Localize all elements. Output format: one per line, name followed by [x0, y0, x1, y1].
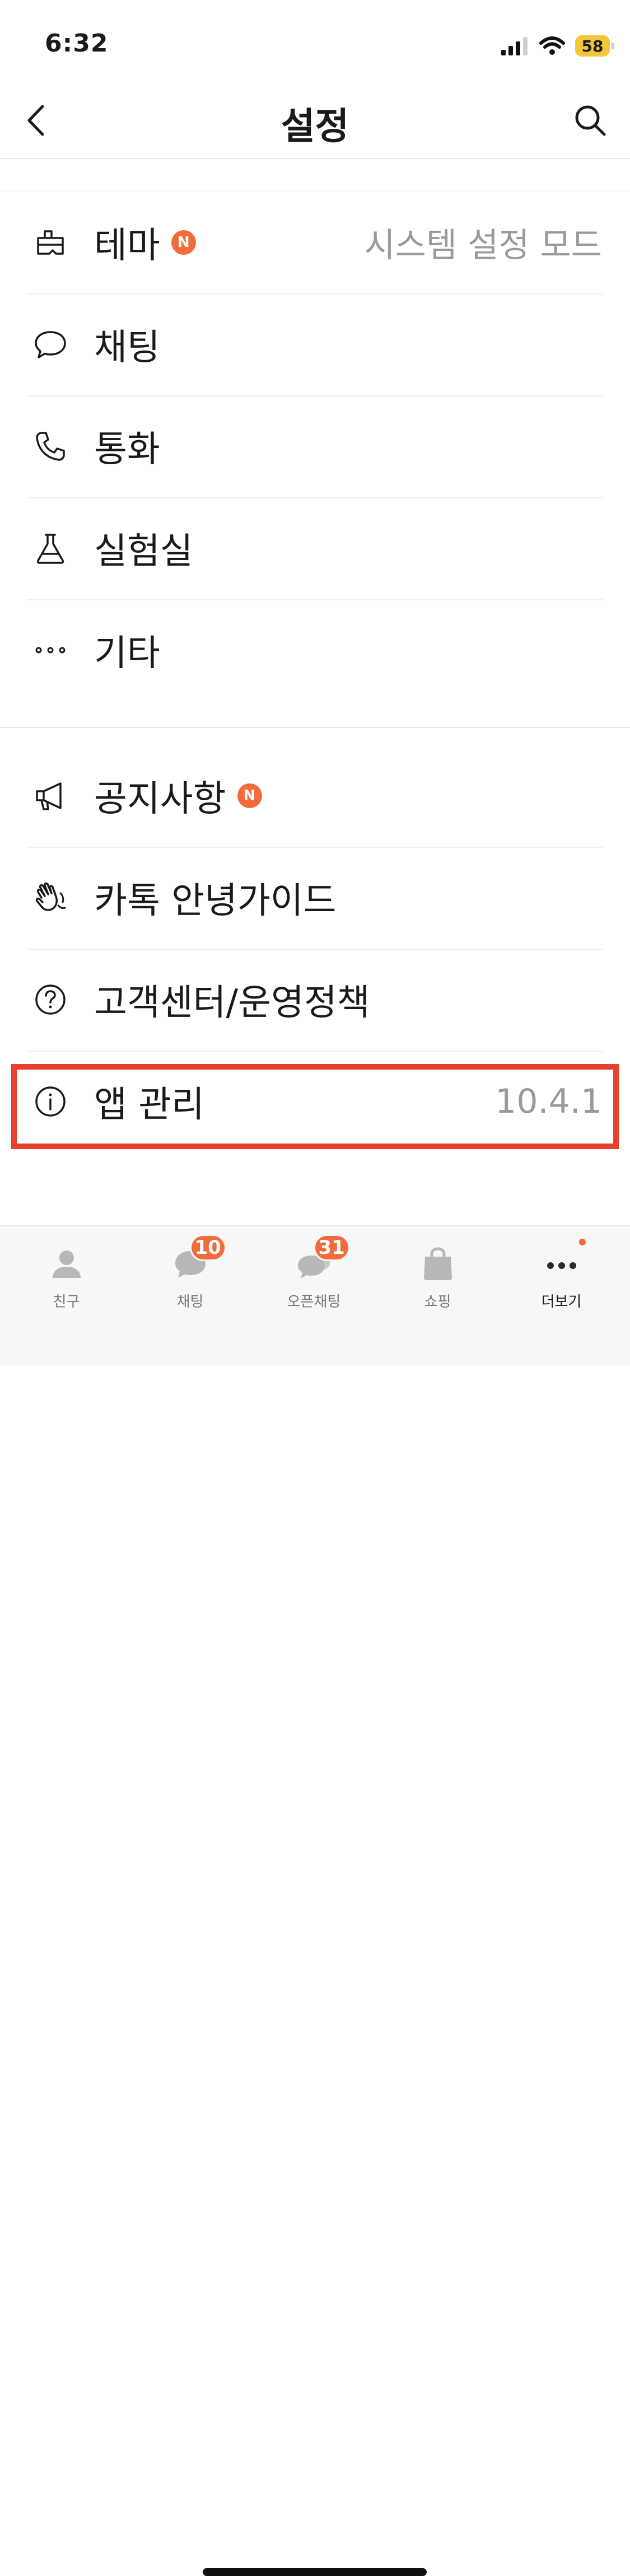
- waving-hand-icon: [35, 882, 66, 911]
- flask-icon: [36, 534, 64, 564]
- more-tab-icon: [542, 1239, 586, 1284]
- tab-friends[interactable]: 친구: [3, 1242, 129, 1315]
- page-title: 설정: [281, 105, 349, 148]
- wifi-icon: [539, 36, 565, 55]
- battery-level: 58: [581, 36, 604, 55]
- unread-badge: 10: [189, 1234, 226, 1261]
- open-chat-icon: 31: [295, 1234, 350, 1284]
- search-icon[interactable]: [571, 101, 610, 140]
- phone-icon: [36, 432, 65, 461]
- chat-tab-icon: 10: [171, 1234, 226, 1284]
- theme-brush-icon: [37, 230, 64, 255]
- highlight-box: [11, 1064, 619, 1149]
- settings-item-label: 실험실: [94, 531, 193, 572]
- settings-item-label: 카톡 안녕가이드: [94, 880, 337, 922]
- settings-item-label: 통화: [94, 429, 160, 470]
- settings-item-theme[interactable]: 테마 N 시스템 설정 모드: [0, 192, 630, 293]
- cellular-signal-icon: [501, 37, 528, 55]
- megaphone-icon: [36, 782, 62, 810]
- settings-item-label: 공지사항 N: [94, 770, 262, 822]
- tab-bar: 친구 10 채팅 31 오픈채팅 쇼핑 더보기: [0, 1225, 630, 2576]
- settings-item-label: 채팅: [94, 327, 160, 368]
- new-badge: N: [237, 783, 262, 808]
- settings-item-lab[interactable]: 실험실: [0, 497, 630, 599]
- settings-item-label: 고객센터/운영정책: [94, 982, 370, 1024]
- settings-item-notice[interactable]: 공지사항 N: [0, 745, 630, 847]
- settings-item-label: 테마 N: [94, 217, 196, 268]
- chat-bubble-icon: [35, 331, 66, 358]
- tab-label: 친구: [53, 1294, 80, 1310]
- shopping-bag-icon: [418, 1244, 458, 1284]
- tab-shopping[interactable]: 쇼핑: [375, 1242, 501, 1315]
- tab-more[interactable]: 더보기: [498, 1239, 624, 1315]
- theme-label: 테마: [94, 225, 160, 267]
- settings-item-label: 기타: [94, 633, 160, 674]
- home-indicator[interactable]: [203, 2568, 427, 2576]
- settings-item-guide[interactable]: 카톡 안녕가이드: [0, 847, 630, 949]
- settings-item-chat[interactable]: 채팅: [0, 293, 630, 395]
- settings-item-call[interactable]: 통화: [0, 395, 630, 497]
- notice-label: 공지사항: [94, 778, 226, 820]
- tab-open-chat[interactable]: 31 오픈채팅: [251, 1234, 377, 1315]
- help-circle-icon: [35, 984, 66, 1015]
- tab-chat[interactable]: 10 채팅: [127, 1234, 253, 1315]
- status-time: 6:32: [45, 29, 109, 58]
- battery-indicator: 58: [575, 35, 614, 57]
- settings-list-primary: 테마 N 시스템 설정 모드 채팅 통화 실험실 기타: [0, 190, 630, 701]
- tab-label: 오픈채팅: [287, 1294, 341, 1310]
- section-divider: [0, 727, 630, 728]
- unread-badge: 31: [313, 1234, 350, 1261]
- theme-value: 시스템 설정 모드: [364, 226, 602, 265]
- tab-label: 쇼핑: [424, 1294, 451, 1310]
- more-dots-icon: [35, 647, 66, 654]
- status-bar: 6:32 58: [0, 0, 630, 84]
- tab-label: 더보기: [541, 1294, 582, 1310]
- navigation-bar: 설정: [0, 84, 630, 159]
- friends-icon: [47, 1244, 86, 1284]
- notification-dot: [578, 1239, 586, 1245]
- settings-item-support[interactable]: 고객센터/운영정책: [0, 949, 630, 1051]
- status-indicators: 58: [501, 34, 614, 58]
- settings-item-etc[interactable]: 기타: [0, 599, 630, 701]
- new-badge: N: [171, 230, 196, 255]
- tab-label: 채팅: [176, 1294, 204, 1310]
